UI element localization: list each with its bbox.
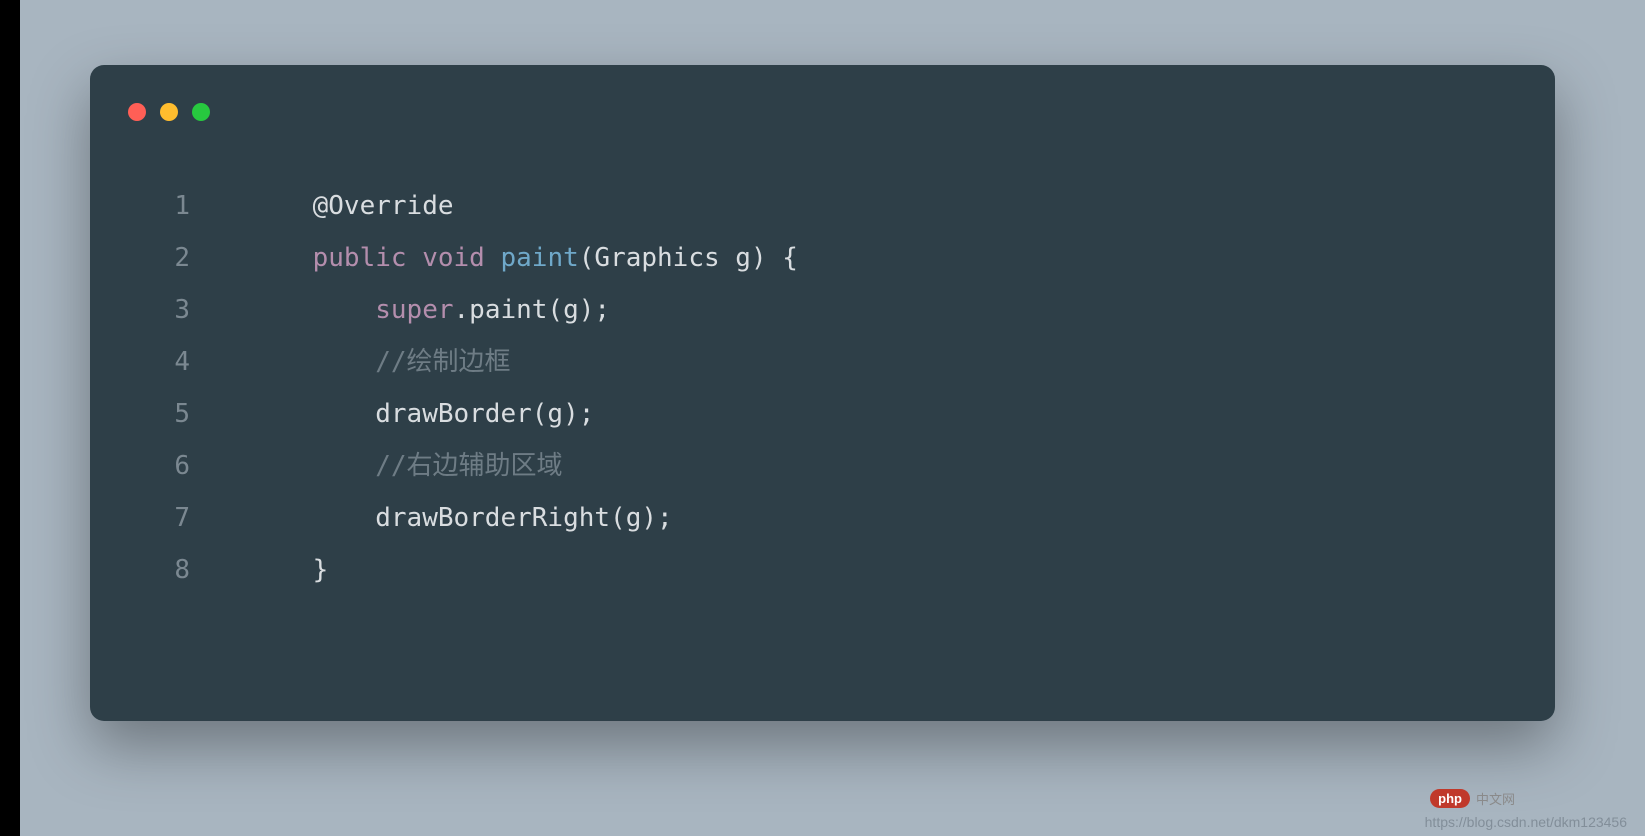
- line-number: 6: [130, 440, 250, 492]
- traffic-lights: [128, 103, 210, 121]
- code-block: 1 @Override2 public void paint(Graphics …: [130, 180, 1525, 596]
- line-number: 1: [130, 180, 250, 232]
- watermark-url: https://blog.csdn.net/dkm123456: [1425, 814, 1627, 830]
- line-number: 7: [130, 492, 250, 544]
- watermark-badge: php 中文网: [1430, 789, 1515, 808]
- php-badge: php: [1430, 789, 1470, 808]
- line-number: 3: [130, 284, 250, 336]
- line-number: 8: [130, 544, 250, 596]
- line-number: 2: [130, 232, 250, 284]
- minimize-icon[interactable]: [160, 103, 178, 121]
- code-line: 1 @Override: [130, 180, 1525, 232]
- code-content: //右边辅助区域: [250, 440, 563, 492]
- code-line: 6 //右边辅助区域: [130, 440, 1525, 492]
- zoom-icon[interactable]: [192, 103, 210, 121]
- line-number: 5: [130, 388, 250, 440]
- code-line: 2 public void paint(Graphics g) {: [130, 232, 1525, 284]
- code-line: 3 super.paint(g);: [130, 284, 1525, 336]
- code-line: 4 //绘制边框: [130, 336, 1525, 388]
- watermark-cn-text: 中文网: [1476, 789, 1515, 808]
- code-card: 1 @Override2 public void paint(Graphics …: [90, 65, 1555, 721]
- code-content: public void paint(Graphics g) {: [250, 232, 798, 284]
- code-line: 8 }: [130, 544, 1525, 596]
- left-stripe: [0, 0, 20, 836]
- close-icon[interactable]: [128, 103, 146, 121]
- code-content: drawBorderRight(g);: [250, 492, 673, 544]
- line-number: 4: [130, 336, 250, 388]
- code-line: 5 drawBorder(g);: [130, 388, 1525, 440]
- code-content: super.paint(g);: [250, 284, 610, 336]
- code-content: drawBorder(g);: [250, 388, 594, 440]
- code-content: }: [250, 544, 328, 596]
- code-line: 7 drawBorderRight(g);: [130, 492, 1525, 544]
- code-content: //绘制边框: [250, 336, 511, 388]
- code-content: @Override: [250, 180, 454, 232]
